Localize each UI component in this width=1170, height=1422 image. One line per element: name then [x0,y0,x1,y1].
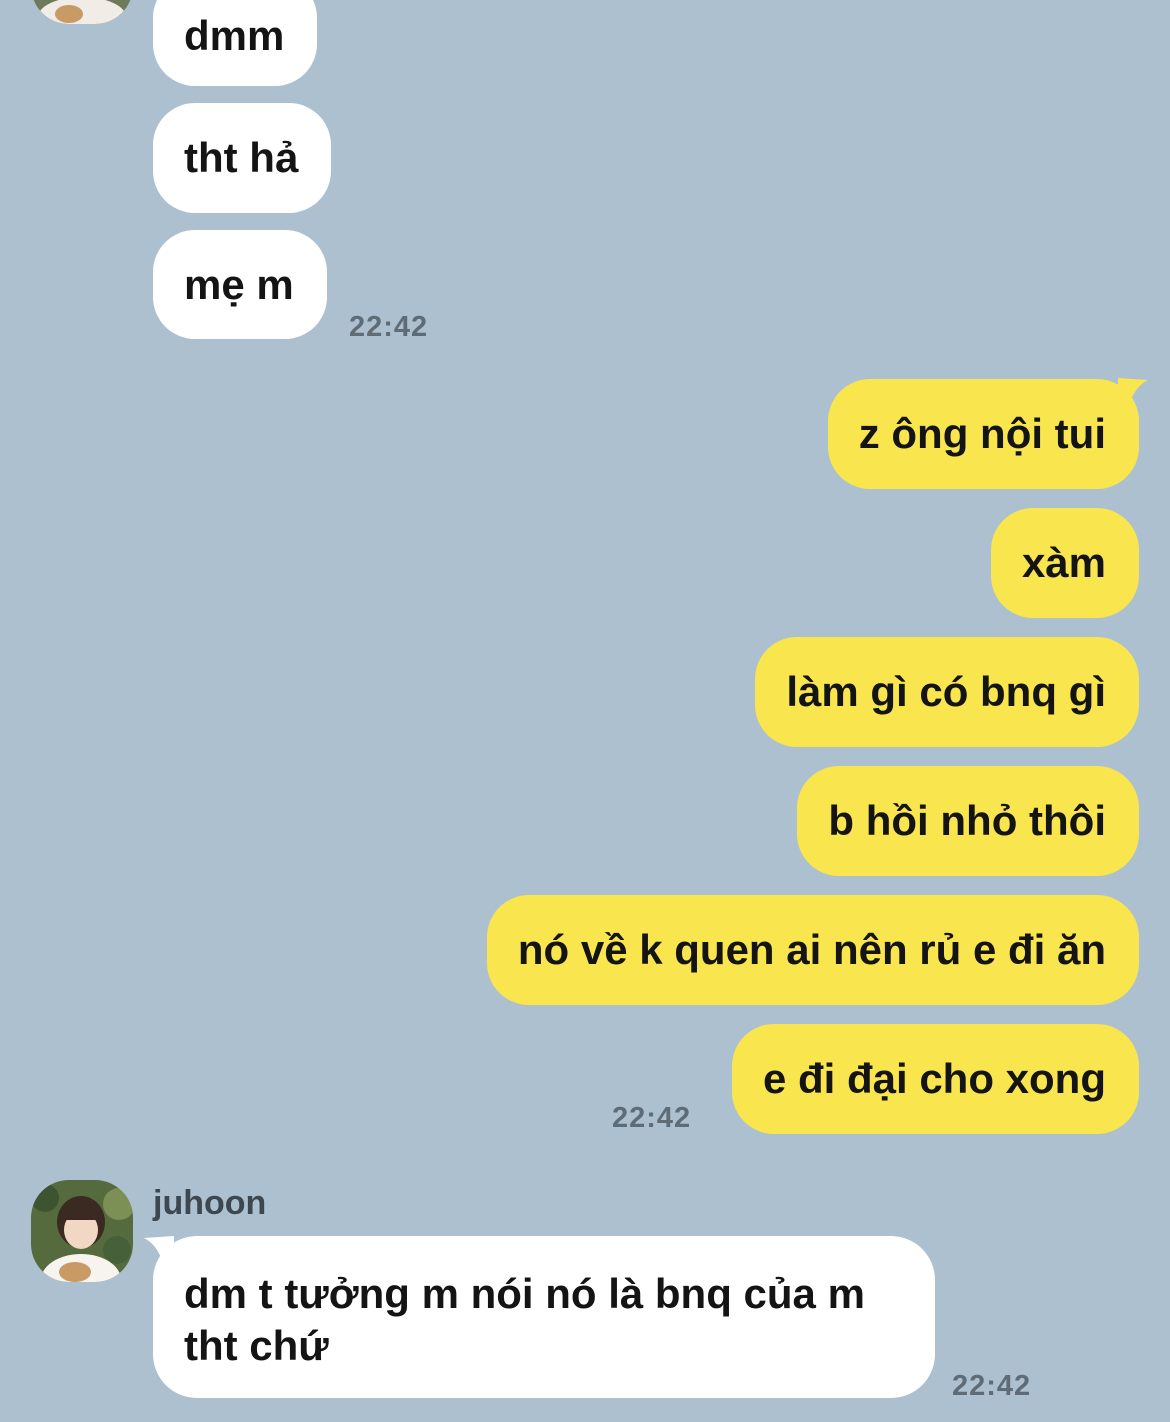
outgoing-message[interactable]: b hồi nhỏ thôi [797,766,1139,876]
incoming-message[interactable]: mẹ m [153,230,327,339]
message-text: dmm [184,12,285,59]
avatar-photo [31,1180,133,1282]
avatar-juhoon[interactable] [31,1180,133,1282]
message-text: dm t tưởng m nói nó là bnq của m tht chứ [184,1270,865,1369]
message-text: tht hả [184,134,299,181]
message-text: z ông nội tui [858,410,1106,457]
message-text: e đi đại cho xong [762,1055,1106,1102]
incoming-message[interactable]: dmm [153,0,318,86]
message-text: mẹ m [184,261,294,308]
message-timestamp: 22:42 [349,311,429,343]
outgoing-message[interactable]: z ông nội tui [827,379,1139,489]
message-text: làm gì có bnq gì [786,668,1106,715]
message-text: b hồi nhỏ thôi [828,797,1106,844]
outgoing-message[interactable]: nó về k quen ai nên rủ e đi ăn [486,895,1139,1005]
avatar-top[interactable] [31,0,133,24]
outgoing-message[interactable]: làm gì có bnq gì [755,637,1139,747]
incoming-message[interactable]: dm t tưởng m nói nó là bnq của m tht chứ [153,1236,935,1398]
message-text: xàm [1021,539,1106,586]
outgoing-message[interactable]: xàm [990,508,1139,618]
message-timestamp: 22:42 [612,1102,692,1134]
sender-name[interactable]: juhoon [153,1184,266,1223]
message-text: nó về k quen ai nên rủ e đi ăn [517,926,1106,973]
incoming-message[interactable]: tht hả [153,103,332,213]
avatar-photo [31,0,133,24]
message-timestamp: 22:42 [952,1370,1032,1402]
outgoing-message[interactable]: e đi đại cho xong [731,1024,1139,1134]
